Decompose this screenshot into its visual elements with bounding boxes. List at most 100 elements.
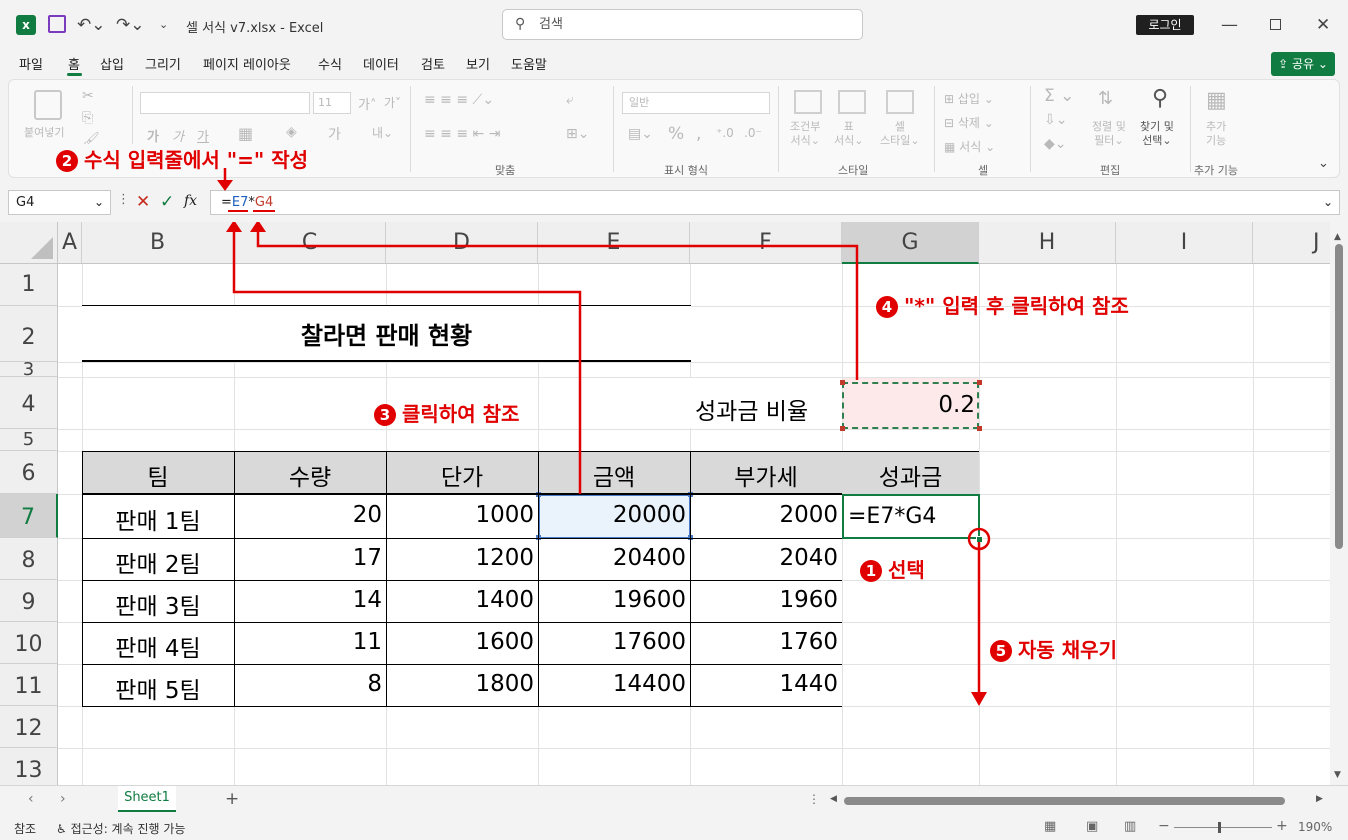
tab-data[interactable]: 데이터 (363, 54, 399, 73)
group-label-alignment: 맞춤 (495, 164, 516, 177)
formula-buttons: ✕ ✓ fx (132, 190, 204, 215)
scroll-up-icon[interactable]: ▲ (1334, 232, 1341, 242)
increase-decimal-icon[interactable]: ⁺.0 (716, 126, 734, 140)
sheet-prev-icon[interactable]: ‹ (28, 791, 34, 807)
format-cells-button[interactable]: ▦ 서식 ⌄ (944, 138, 995, 155)
clear-icon[interactable]: ◆⌄ (1044, 136, 1067, 152)
align-top-icon[interactable]: ≡ ≡ ≡ ⟋⌄ (424, 92, 494, 108)
undo-icon[interactable]: ↶⌄ (77, 0, 106, 50)
cancel-icon[interactable]: ✕ (136, 192, 150, 212)
annotation-4: 4 "*" 입력 후 클릭하여 참조 (876, 290, 1129, 319)
zoom-in-icon[interactable]: + (1276, 818, 1288, 834)
grow-font-icon[interactable]: 가˄ (358, 94, 376, 113)
insert-cells-button[interactable]: ⊞ 삽입 ⌄ (944, 90, 994, 107)
page-break-view-icon[interactable]: ▥ (1124, 819, 1136, 834)
italic-icon[interactable]: 가 (172, 126, 184, 145)
close-icon[interactable]: ✕ (1316, 0, 1330, 50)
phonetic-icon[interactable]: 내⌄ (372, 124, 393, 141)
tab-draw[interactable]: 그리기 (145, 54, 181, 73)
paste-label[interactable]: 붙여넣기 (24, 124, 64, 140)
tab-review[interactable]: 검토 (421, 54, 445, 73)
redo-icon[interactable]: ↷⌄ (116, 0, 145, 50)
decrease-decimal-icon[interactable]: .0⁻ (744, 126, 762, 140)
minimize-icon[interactable]: — (1221, 0, 1238, 50)
cell-style-icon[interactable] (886, 90, 914, 114)
search-box[interactable]: ⚲ 검색 (502, 9, 863, 40)
addins-label[interactable]: 추가 기능 (1206, 120, 1226, 148)
wrap-text-icon[interactable]: ⤶ (566, 92, 574, 108)
font-size-select[interactable]: 11 (313, 92, 351, 114)
annotation-5: 5 자동 채우기 (990, 634, 1117, 663)
formula-input[interactable]: =E7*G4 ⌄ (210, 190, 1340, 215)
font-color-icon[interactable]: 가 (328, 124, 341, 144)
zoom-out-icon[interactable]: − (1158, 818, 1170, 834)
sheet-tab-sheet1[interactable]: Sheet1 (118, 786, 176, 812)
border-icon[interactable]: ▦ (238, 124, 253, 143)
table-format-icon[interactable] (838, 90, 866, 114)
tab-home[interactable]: 홈 (68, 54, 80, 73)
tab-insert[interactable]: 삽입 (100, 54, 124, 73)
delete-cells-button[interactable]: ⊟ 삭제 ⌄ (944, 114, 994, 131)
vertical-scrollbar[interactable]: ▲ ▼ (1330, 222, 1348, 785)
tab-help[interactable]: 도움말 (511, 54, 547, 73)
fill-color-icon[interactable]: ◈ (286, 124, 297, 140)
enter-icon[interactable]: ✓ (160, 192, 174, 212)
autosum-icon[interactable]: Σ ⌄ (1044, 86, 1074, 106)
comma-icon[interactable]: , (696, 124, 701, 144)
maximize-icon[interactable] (1270, 19, 1281, 30)
window-title: 셀 서식 v7.xlsx - Excel (186, 21, 324, 36)
accounting-icon[interactable]: ▤⌄ (628, 126, 653, 142)
save-icon[interactable] (48, 15, 66, 33)
share-button[interactable]: ⇪ 공유 ⌄ (1271, 52, 1335, 76)
table-format-label[interactable]: 표 서식⌄ (834, 120, 863, 148)
addins-icon[interactable]: ▦ (1206, 88, 1227, 113)
group-label-addins: 추가 기능 (1194, 164, 1238, 177)
tab-view[interactable]: 보기 (466, 54, 490, 73)
hscroll-left-icon[interactable]: ◀ (830, 794, 837, 804)
tab-page-layout[interactable]: 페이지 레이아웃 (203, 54, 291, 73)
cell-style-label[interactable]: 셀 스타일⌄ (880, 120, 920, 148)
hscroll-right-icon[interactable]: ▶ (1316, 794, 1323, 804)
copy-icon[interactable]: ⎘ (82, 110, 93, 126)
normal-view-icon[interactable]: ▦ (1044, 819, 1056, 834)
cut-icon[interactable]: ✂ (82, 88, 94, 104)
ribbon-collapse-icon[interactable]: ⌄ (1318, 156, 1329, 171)
horizontal-scroll-thumb[interactable] (844, 797, 1285, 805)
find-select-icon[interactable]: ⚲ (1152, 86, 1168, 111)
paste-icon[interactable] (34, 90, 62, 120)
underline-icon[interactable]: 가 (197, 126, 209, 145)
bold-icon[interactable]: 가 (147, 126, 159, 145)
find-select-label[interactable]: 찾기 및 선택⌄ (1140, 120, 1174, 148)
zoom-slider-thumb[interactable] (1218, 822, 1221, 833)
zoom-slider[interactable] (1174, 827, 1272, 828)
percent-icon[interactable]: % (668, 124, 684, 144)
scroll-down-icon[interactable]: ▼ (1334, 770, 1341, 780)
scroll-thumb[interactable] (1335, 244, 1343, 549)
number-format-select[interactable]: 일반 (622, 92, 770, 114)
insert-function-icon[interactable]: fx (184, 193, 197, 209)
zoom-level[interactable]: 190% (1298, 820, 1332, 834)
shrink-font-icon[interactable]: 가˅ (384, 94, 401, 111)
sheet-next-icon[interactable]: › (60, 791, 66, 807)
tab-file[interactable]: 파일 (19, 54, 43, 73)
align-left-icon[interactable]: ≡ ≡ ≡ ⇤ ⇥ (424, 126, 500, 142)
add-sheet-icon[interactable]: + (225, 789, 239, 809)
merge-icon[interactable]: ⊞⌄ (566, 126, 589, 142)
login-button[interactable]: 로그인 (1136, 15, 1194, 35)
worksheet-grid[interactable]: A B C D E F G H I J 1 2 3 4 5 6 7 8 9 10… (0, 222, 1330, 785)
sort-filter-label[interactable]: 정렬 및 필터⌄ (1092, 120, 1126, 148)
sort-filter-icon[interactable]: ⇅ (1098, 88, 1113, 109)
conditional-format-label[interactable]: 조건부 서식⌄ (790, 120, 820, 148)
conditional-format-icon[interactable] (794, 90, 822, 114)
tab-splitter-icon[interactable]: ⋮ (808, 792, 820, 806)
font-name-select[interactable] (140, 92, 310, 114)
more-options-icon[interactable]: ⋮ (117, 192, 130, 207)
name-box[interactable]: G4 ⌄ (8, 190, 111, 215)
expand-formula-icon[interactable]: ⌄ (1323, 191, 1333, 214)
fill-icon[interactable]: ⇩⌄ (1044, 112, 1067, 128)
chevron-down-icon[interactable]: ⌄ (94, 191, 104, 214)
customize-qat-icon[interactable]: ⌄ (159, 0, 168, 50)
page-layout-view-icon[interactable]: ▣ (1086, 819, 1098, 834)
accessibility-status[interactable]: ♿ 접근성: 계속 진행 가능 (56, 820, 185, 837)
tab-formulas[interactable]: 수식 (318, 54, 342, 73)
